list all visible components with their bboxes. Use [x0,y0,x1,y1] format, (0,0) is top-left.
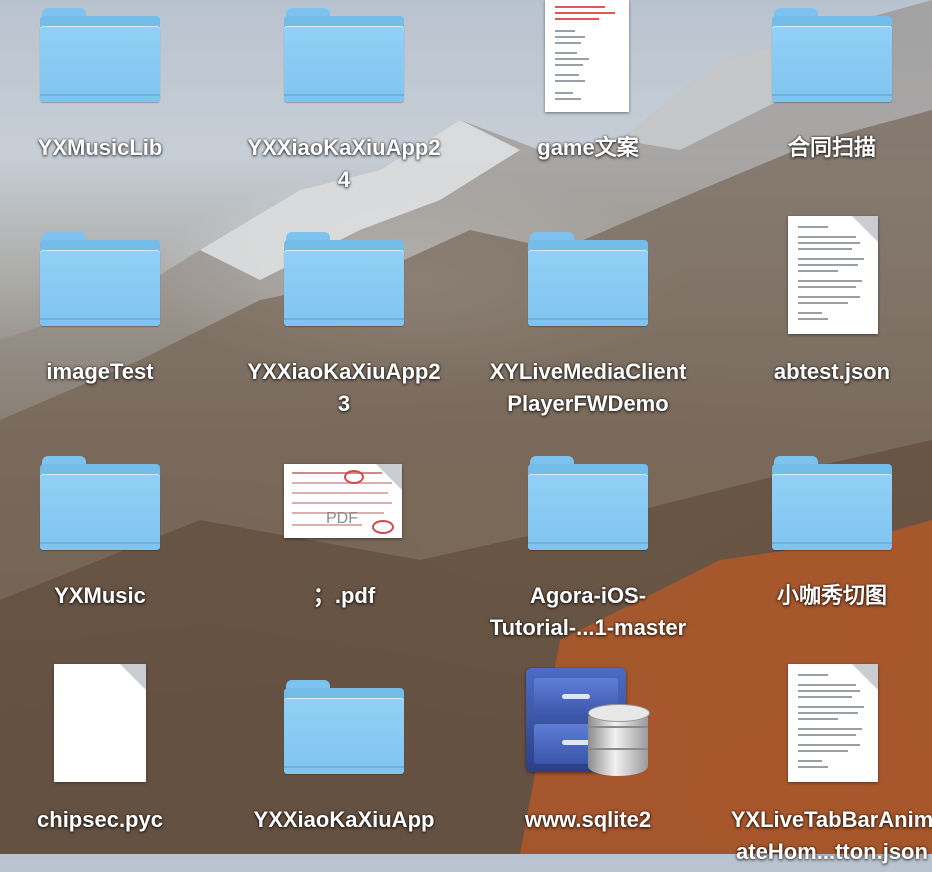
item-label: Agora-iOS- Tutorial-...1-master [489,583,687,640]
folder-icon [284,680,404,774]
item-label: www.sqlite2 [524,807,652,832]
desktop-item-pdf[interactable]: PDF ；.pdf [224,448,464,648]
document-icon [545,0,629,112]
desktop-item-folder[interactable]: YXXiaoKaXiuApp2 3 [224,224,464,424]
item-label: imageTest [46,359,154,384]
item-label: chipsec.pyc [37,807,163,832]
folder-icon [40,232,160,326]
item-label: abtest.json [773,359,891,384]
folder-icon [284,232,404,326]
item-label: XYLiveMediaClient PlayerFWDemo [489,359,687,416]
folder-icon [40,456,160,550]
pdf-icon: PDF [284,464,402,538]
folder-icon [40,8,160,102]
item-label: 合同扫描 [787,135,876,160]
item-label: YXXiaoKaXiuApp2 3 [247,359,441,416]
item-label: 小咖秀切图 [776,583,887,608]
desktop-item-folder[interactable]: YXMusicLib [0,0,220,200]
desktop-item-folder[interactable]: imageTest [0,224,220,424]
item-label: YXLiveTabBarAnim ateHom...tton.json [730,807,932,864]
desktop-item-document[interactable]: game文案 [468,0,708,200]
desktop-item-text-file[interactable]: abtest.json [712,216,932,424]
folder-icon [284,8,404,102]
folder-icon [528,456,648,550]
desktop-item-folder[interactable]: YXMusic [0,448,220,648]
desktop-item-database[interactable]: www.sqlite2 [468,668,708,872]
text-file-icon [788,216,878,334]
desktop-item-folder[interactable]: YXXiaoKaXiuApp2 4 [224,0,464,200]
folder-icon [772,8,892,102]
text-file-icon [788,664,878,782]
item-label: YXXiaoKaXiuApp [253,807,435,832]
desktop-item-folder[interactable]: YXXiaoKaXiuApp [224,672,464,872]
desktop-item-folder[interactable]: XYLiveMediaClient PlayerFWDemo [468,224,708,424]
file-icon [54,664,146,782]
desktop-item-folder[interactable]: Agora-iOS- Tutorial-...1-master [468,448,708,648]
item-label: game文案 [537,135,639,160]
desktop-item-folder[interactable]: 小咖秀切图 [712,448,932,648]
pdf-badge: PDF [326,510,358,527]
desktop-item-blank-file[interactable]: chipsec.pyc [0,664,220,872]
item-label: YXXiaoKaXiuApp2 4 [247,135,441,192]
desktop-item-folder[interactable]: 合同扫描 [712,0,932,200]
desktop-item-text-file[interactable]: YXLiveTabBarAnim ateHom...tton.json [712,664,932,872]
item-label: YXMusic [54,583,146,608]
database-icon [526,664,652,782]
folder-icon [772,456,892,550]
item-label: ；.pdf [312,583,376,608]
folder-icon [528,232,648,326]
item-label: YXMusicLib [37,135,163,160]
